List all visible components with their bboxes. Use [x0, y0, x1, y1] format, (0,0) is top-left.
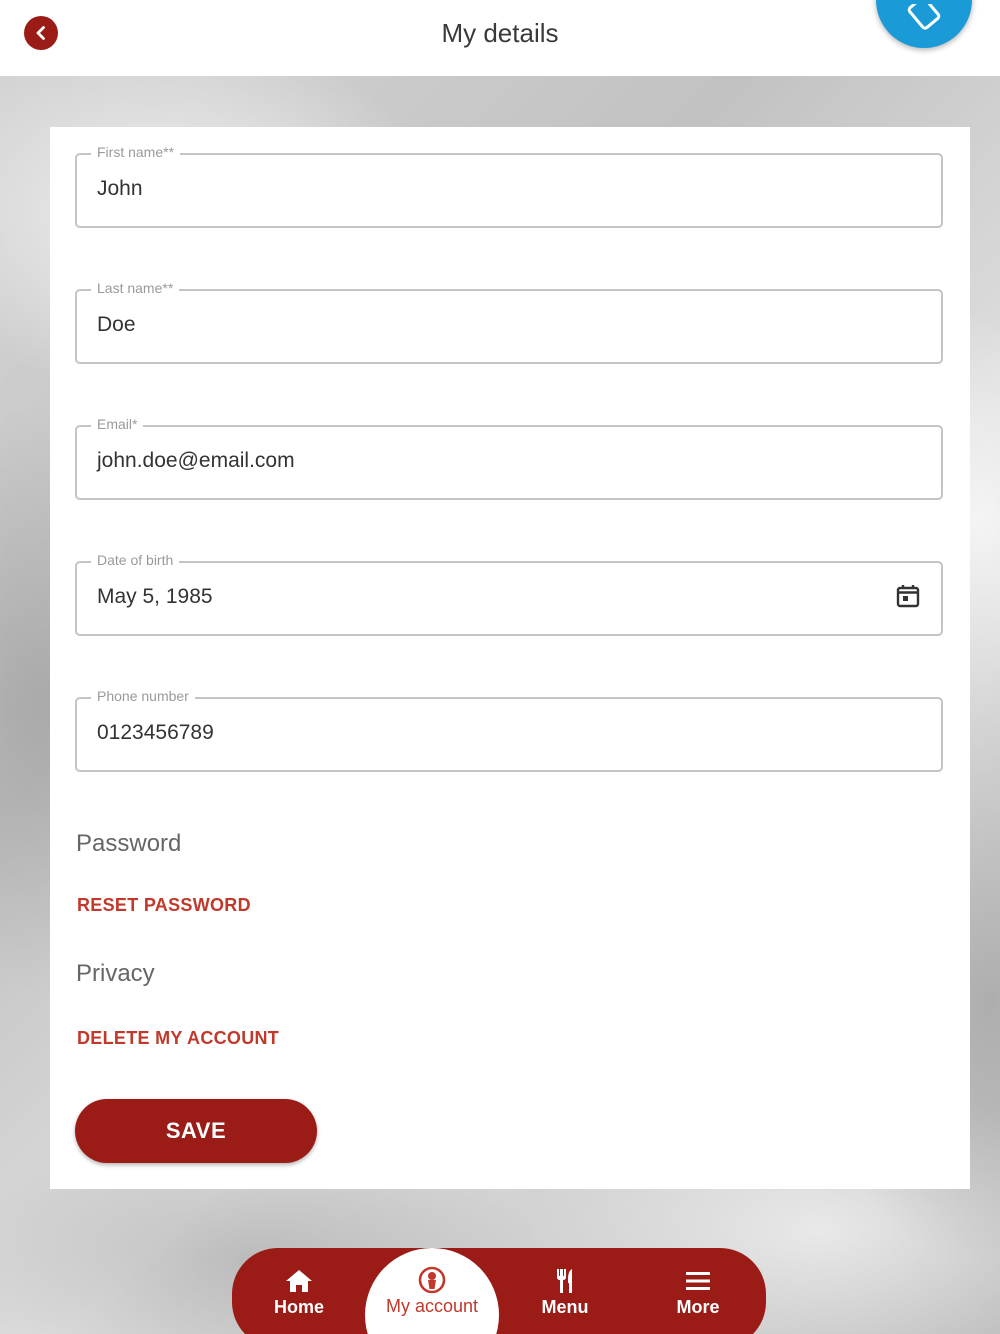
save-button[interactable]: SAVE: [75, 1099, 317, 1163]
nav-item-more[interactable]: More: [631, 1248, 765, 1334]
top-app-bar: My details: [0, 0, 1000, 76]
nav-label-more: More: [676, 1296, 720, 1317]
email-field[interactable]: Email* john.doe@email.com: [75, 416, 943, 500]
calendar-icon[interactable]: [893, 581, 923, 611]
nav-label-my-account: My account: [385, 1296, 479, 1316]
home-icon: [284, 1265, 314, 1297]
screen-rotation-icon: [907, 4, 941, 30]
last-name-field[interactable]: Last name** Doe: [75, 280, 943, 364]
delete-account-link[interactable]: DELETE MY ACCOUNT: [77, 1028, 279, 1049]
email-value: john.doe@email.com: [97, 449, 295, 472]
nav-label-menu: Menu: [541, 1296, 589, 1317]
date-of-birth-field[interactable]: Date of birth May 5, 1985: [75, 552, 943, 636]
hamburger-menu-icon: [685, 1265, 711, 1297]
date-of-birth-label: Date of birth: [91, 552, 180, 568]
account-icon: [417, 1264, 447, 1296]
nav-label-home: Home: [273, 1296, 324, 1317]
nav-item-menu[interactable]: Menu: [498, 1248, 632, 1334]
details-card: First name** John Last name** Doe Email*…: [50, 127, 970, 1189]
cutlery-icon: [553, 1265, 577, 1297]
reset-password-link[interactable]: RESET PASSWORD: [77, 895, 251, 916]
first-name-field[interactable]: First name** John: [75, 144, 943, 228]
bottom-navigation: Home My account Menu More: [232, 1248, 766, 1334]
date-of-birth-value: May 5, 1985: [97, 585, 213, 608]
phone-number-field[interactable]: Phone number 0123456789: [75, 688, 943, 772]
nav-item-home[interactable]: Home: [232, 1248, 366, 1334]
password-section-title: Password: [76, 830, 182, 857]
page-title: My details: [441, 18, 559, 48]
privacy-section-title: Privacy: [76, 960, 155, 987]
phone-number-label: Phone number: [91, 688, 195, 704]
phone-number-value: 0123456789: [97, 721, 214, 744]
last-name-label: Last name**: [91, 280, 180, 296]
first-name-value: John: [97, 177, 143, 200]
email-label: Email*: [91, 416, 144, 432]
first-name-label: First name**: [91, 144, 181, 160]
last-name-value: Doe: [97, 313, 136, 336]
nav-item-my-account[interactable]: My account: [365, 1248, 499, 1334]
